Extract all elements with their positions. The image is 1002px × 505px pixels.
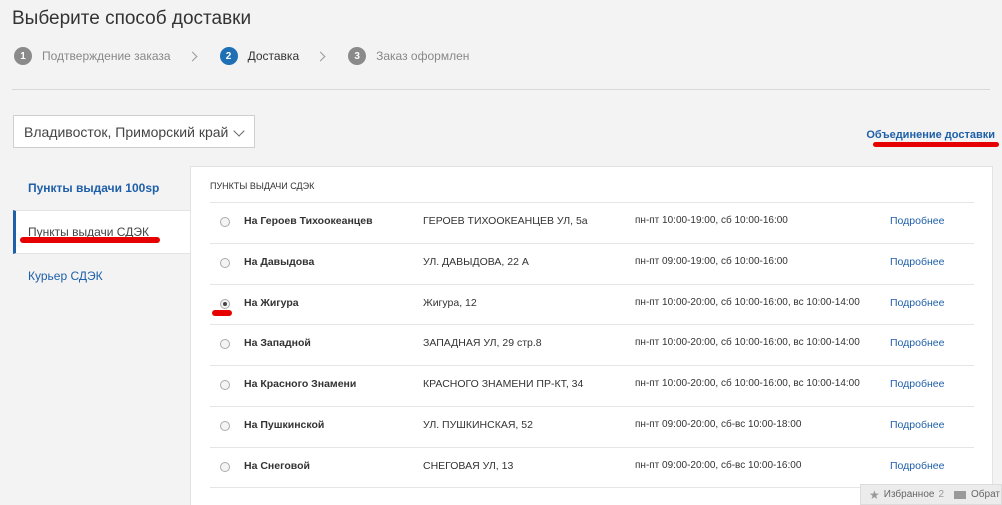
merge-delivery-link[interactable]: Объединение доставки <box>866 129 995 141</box>
city-select[interactable]: Владивосток, Приморский край <box>13 115 255 148</box>
pickup-point-row[interactable]: На Жигура Жигура, 12 пн-пт 10:00-20:00, … <box>210 283 974 325</box>
radio-button[interactable] <box>220 339 230 350</box>
point-hours: пн-пт 10:00-19:00, сб 10:00-16:00 <box>635 215 788 226</box>
point-name: На Снеговой <box>244 459 310 472</box>
pickup-point-row[interactable]: На Пушкинской УЛ. ПУШКИНСКАЯ, 52 пн-пт 0… <box>210 405 974 447</box>
red-underline-annotation <box>212 310 232 316</box>
point-address: КРАСНОГО ЗНАМЕНИ ПР-КТ, 34 <box>423 378 584 391</box>
step-label: Подтверждение заказа <box>42 49 171 63</box>
favorites-bar: ★ Избранное 2 Обрат <box>860 484 1002 505</box>
point-name: На Давыдова <box>244 255 315 268</box>
mail-icon <box>954 490 967 499</box>
page-title: Выберите способ доставки <box>12 8 252 29</box>
radio-button[interactable] <box>220 380 230 391</box>
star-icon: ★ <box>869 487 880 502</box>
point-address: УЛ. ДАВЫДОВА, 22 А <box>423 255 529 268</box>
chevron-right-icon <box>187 51 198 61</box>
more-link[interactable]: Подробнее <box>890 378 944 390</box>
point-hours: пн-пт 10:00-20:00, сб 10:00-16:00, вс 10… <box>635 378 860 390</box>
step-confirmation[interactable]: 1 Подтверждение заказа <box>14 47 171 65</box>
radio-button[interactable] <box>220 420 230 431</box>
point-name: На Западной <box>244 337 311 350</box>
favorites-link[interactable]: Избранное <box>884 489 935 500</box>
more-link[interactable]: Подробнее <box>890 297 944 309</box>
point-name: На Героев Тихоокеанцев <box>244 215 373 227</box>
point-hours: пн-пт 09:00-20:00, сб-вс 10:00-16:00 <box>635 459 802 471</box>
chevron-right-icon <box>315 51 326 61</box>
more-link[interactable]: Подробнее <box>890 215 944 227</box>
pickup-point-row[interactable]: На Снеговой СНЕГОВАЯ УЛ, 13 пн-пт 09:00-… <box>210 446 974 488</box>
pickup-points-list: На Героев Тихоокеанцев ГЕРОЕВ ТИХООКЕАНЦ… <box>210 202 974 488</box>
point-address: ГЕРОЕВ ТИХООКЕАНЦЕВ УЛ, 5а <box>423 215 588 227</box>
step-label: Заказ оформлен <box>376 49 470 63</box>
feedback-link[interactable]: Обрат <box>971 489 1000 500</box>
more-link[interactable]: Подробнее <box>890 460 944 472</box>
point-hours: пн-пт 09:00-20:00, сб-вс 10:00-18:00 <box>635 418 802 430</box>
step-completed: 3 Заказ оформлен <box>348 47 469 65</box>
tab-courier-cdek[interactable]: Курьер СДЭК <box>13 254 190 298</box>
checkout-steps: 1 Подтверждение заказа 2 Доставка 3 Зака… <box>14 46 469 66</box>
point-address: ЗАПАДНАЯ УЛ, 29 стр.8 <box>423 337 542 350</box>
point-name: На Красного Знамени <box>244 378 357 391</box>
point-hours: пн-пт 09:00-19:00, сб 10:00-16:00 <box>635 255 788 267</box>
point-address: УЛ. ПУШКИНСКАЯ, 52 <box>423 418 533 431</box>
panel-title: ПУНКТЫ ВЫДАЧИ СДЭК <box>210 181 315 191</box>
radio-button-selected[interactable] <box>220 298 230 309</box>
radio-button[interactable] <box>220 217 230 227</box>
city-select-value: Владивосток, Приморский край <box>24 123 229 140</box>
radio-button[interactable] <box>220 461 230 472</box>
step-delivery: 2 Доставка <box>219 47 300 65</box>
chevron-down-icon <box>233 125 245 137</box>
step-number: 2 <box>219 47 238 65</box>
pickup-point-row[interactable]: На Западной ЗАПАДНАЯ УЛ, 29 стр.8 пн-пт … <box>210 324 974 365</box>
favorites-count: 2 <box>938 489 945 500</box>
step-label: Доставка <box>247 49 300 63</box>
more-link[interactable]: Подробнее <box>890 419 944 431</box>
delivery-tabs: Пункты выдачи 100sp Пункты выдачи СДЭК К… <box>13 166 190 298</box>
pickup-point-row[interactable]: На Давыдова УЛ. ДАВЫДОВА, 22 А пн-пт 09:… <box>210 242 974 284</box>
point-name: На Жигура <box>244 296 299 309</box>
step-number: 1 <box>14 47 32 65</box>
point-address: СНЕГОВАЯ УЛ, 13 <box>423 459 514 472</box>
point-address: Жигура, 12 <box>423 296 477 309</box>
pickup-point-row[interactable]: На Героев Тихоокеанцев ГЕРОЕВ ТИХООКЕАНЦ… <box>210 202 974 243</box>
point-name: На Пушкинской <box>244 418 325 431</box>
tab-pickup-100sp[interactable]: Пункты выдачи 100sp <box>13 166 190 210</box>
radio-button[interactable] <box>220 257 230 268</box>
point-hours: пн-пт 10:00-20:00, сб 10:00-16:00, вс 10… <box>635 337 860 349</box>
tab-pickup-cdek[interactable]: Пункты выдачи СДЭК <box>13 210 190 254</box>
more-link[interactable]: Подробнее <box>890 256 944 268</box>
pickup-point-row[interactable]: На Красного Знамени КРАСНОГО ЗНАМЕНИ ПР-… <box>210 365 974 406</box>
red-underline-annotation <box>20 237 160 243</box>
pickup-points-panel: ПУНКТЫ ВЫДАЧИ СДЭК На Героев Тихоокеанце… <box>190 166 993 505</box>
point-hours: пн-пт 10:00-20:00, сб 10:00-16:00, вс 10… <box>635 296 860 308</box>
step-number: 3 <box>348 47 367 65</box>
red-underline-annotation <box>873 142 999 147</box>
divider <box>12 89 990 90</box>
more-link[interactable]: Подробнее <box>890 337 944 349</box>
